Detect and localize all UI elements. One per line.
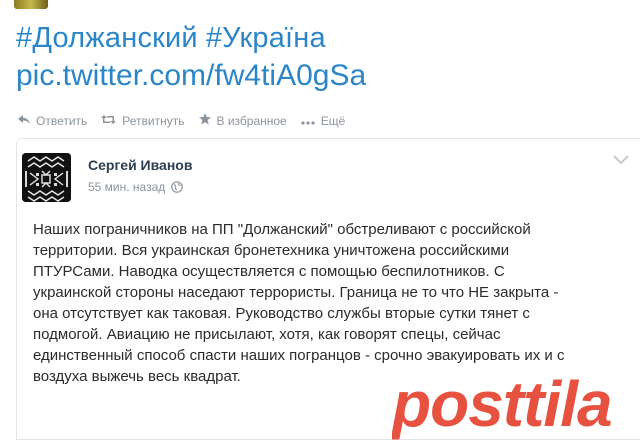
posttila-watermark-logo: posttila xyxy=(392,368,613,440)
more-label: Ещё xyxy=(320,113,346,128)
retweet-button[interactable]: Ретвитнуть xyxy=(101,113,185,128)
post-author-name[interactable]: Сергей Иванов xyxy=(88,157,192,173)
favorite-button[interactable]: В избранное xyxy=(198,113,287,128)
post-text-line: территории. Вся украинская бронетехника … xyxy=(33,242,510,259)
post-text-line: подмогой. Авиацию не присылают, хотя, ка… xyxy=(33,326,501,343)
pic-link[interactable]: pic.twitter.com/fw4tiA0gSa xyxy=(16,59,366,93)
post-text-line: ПТУРСами. Наводка осуществляется с помощ… xyxy=(33,263,505,280)
more-button[interactable]: Ещё xyxy=(301,113,346,128)
more-icon xyxy=(301,114,315,128)
tweet-hashtags: #Должанский #Україна xyxy=(16,22,334,55)
reply-icon xyxy=(18,114,30,128)
hashtag-link[interactable]: #Україна xyxy=(206,22,326,54)
hashtag-link[interactable]: #Должанский xyxy=(16,22,198,54)
post-time-label[interactable]: 55 мин. назад xyxy=(88,180,165,194)
post-text-line: Наших пограничников на ПП "Должанский" о… xyxy=(33,221,531,238)
tweet-author-avatar[interactable] xyxy=(14,0,48,9)
star-icon xyxy=(198,113,211,128)
reply-label: Ответить xyxy=(36,113,88,128)
retweet-icon xyxy=(101,114,117,128)
chevron-down-icon[interactable] xyxy=(612,154,630,166)
reply-button[interactable]: Ответить xyxy=(18,114,87,128)
post-text-line: она отсутствует как таковая. Руководство… xyxy=(33,305,530,322)
favorite-label: В избранное xyxy=(216,113,287,128)
svg-text:posttila: posttila xyxy=(392,368,612,440)
post-text-line: украинской стороны наседают террористы. … xyxy=(33,284,559,301)
tweet-actions: Ответить Ретвитнуть В избранное Ещё xyxy=(18,113,359,128)
post-timestamp: 55 мин. назад xyxy=(88,180,184,194)
retweet-label: Ретвитнуть xyxy=(122,113,185,128)
post-author-avatar[interactable] xyxy=(22,153,71,202)
globe-icon xyxy=(171,181,184,193)
